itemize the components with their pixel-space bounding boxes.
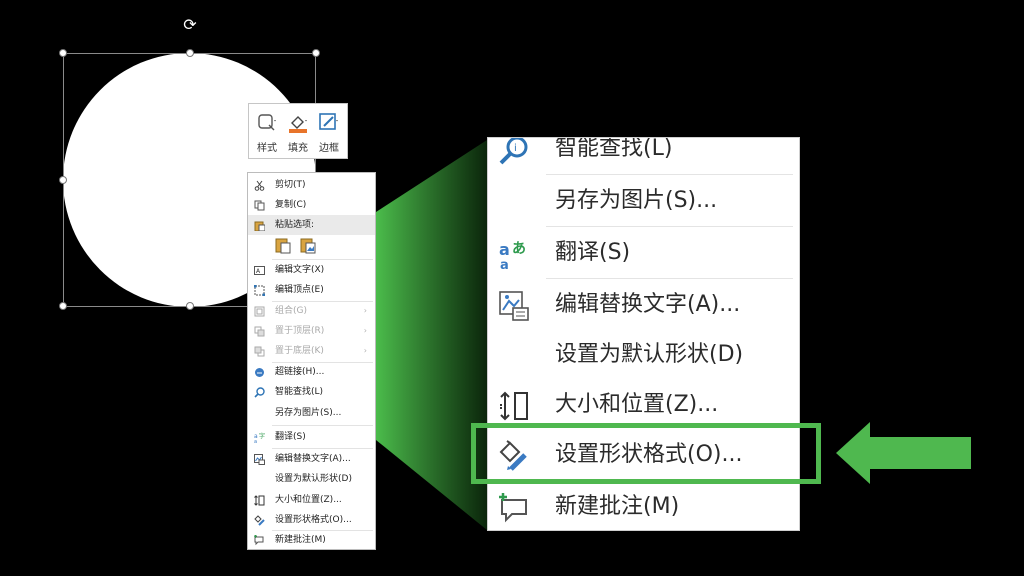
svg-text:a: a [254,439,257,443]
menu-item-group[interactable]: 组合(G) › [248,301,375,321]
translate-icon: a 字a [254,432,265,443]
zoom-item-translate[interactable]: aあa 翻译(S) [488,228,799,278]
shape-style-icon [258,114,276,131]
menu-item-send-to-back[interactable]: 置于底层(K) › [248,341,375,361]
copy-icon [254,200,265,211]
hyperlink-icon [255,368,264,377]
svg-text:あ: あ [512,241,526,257]
zoom-item-smart-lookup[interactable]: i 智能查找(L) [488,138,799,174]
edit-points-icon [254,285,265,296]
send-back-icon [254,346,265,357]
group-icon [254,306,265,317]
border-label: 边框 [319,143,339,154]
menu-item-alt-text[interactable]: 编辑替换文字(A)... [248,449,375,469]
menu-item-cut[interactable]: 剪切(T) [248,175,375,195]
chevron-right-icon: › [363,346,367,355]
rotate-handle-icon[interactable]: ⟳ [181,16,199,34]
style-label: 样式 [257,143,277,154]
new-comment-icon [254,535,264,546]
menu-item-format-shape[interactable]: 设置形状格式(O)... [248,510,375,530]
zoom-item-alt-text[interactable]: 编辑替换文字(A)... [488,280,799,330]
resize-handle-bm[interactable] [186,302,194,310]
chevron-right-icon: › [363,326,367,335]
size-position-icon [254,495,265,506]
resize-handle-ml[interactable] [59,176,67,184]
bring-front-icon [254,326,265,337]
border-pen-icon [319,113,338,130]
format-shape-icon [254,515,265,526]
smart-lookup-icon: i [499,138,528,165]
svg-text:A: A [256,268,261,275]
highlight-box [471,423,821,484]
menu-item-save-as-picture[interactable]: 另存为图片(S)... [248,403,375,423]
translate-icon: a あa [499,240,526,270]
alt-text-icon [499,291,529,321]
border-button[interactable]: 边框 [315,108,343,154]
menu-item-smart-lookup[interactable]: 智能查找(L) [248,382,375,402]
menu-item-set-default-shape[interactable]: 设置为默认形状(D) [248,469,375,489]
menu-item-copy[interactable]: 复制(C) [248,195,375,215]
resize-handle-tl[interactable] [59,49,67,57]
menu-item-edit-points[interactable]: 编辑顶点(E) [248,280,375,300]
smart-lookup-icon [254,387,265,398]
zoom-item-new-comment[interactable]: 新建批注(M) [488,482,799,530]
paste-keep-source-icon[interactable] [275,237,291,254]
menu-item-new-comment[interactable]: 新建批注(M) [248,530,375,550]
paste-icon [254,221,265,231]
paste-picture-icon[interactable] [300,237,316,254]
new-comment-icon [499,493,527,523]
menu-item-size-position[interactable]: 大小和位置(Z)... [248,490,375,510]
mini-toolbar: 样式 填充 边框 [248,103,348,159]
scissors-icon [254,180,265,191]
fill-label: 填充 [288,143,308,154]
menu-item-hyperlink[interactable]: 超链接(H)... [248,362,375,382]
svg-text:i: i [514,143,517,154]
size-position-icon [500,391,528,421]
menu-item-edit-text[interactable]: A 编辑文字(X) [248,260,375,280]
menu-item-translate[interactable]: a字a 翻译(S) [248,427,375,447]
green-arrow-icon [836,422,971,484]
style-button[interactable]: 样式 [253,108,281,154]
zoom-item-set-default-shape[interactable]: 设置为默认形状(D) [488,330,799,380]
menu-item-paste-options: 粘贴选项: [248,215,375,235]
resize-handle-bl[interactable] [59,302,67,310]
context-menu: 剪切(T) 复制(C) 粘贴选项: A 编辑文字(X) 编辑顶点(E) 组合(G… [247,172,376,550]
svg-text:a: a [499,240,510,259]
resize-handle-tm[interactable] [186,49,194,57]
edit-text-icon: A [254,266,265,275]
menu-item-bring-to-front[interactable]: 置于顶层(R) › [248,321,375,341]
chevron-right-icon: › [363,306,367,315]
svg-text:字: 字 [259,432,265,440]
svg-text:a: a [500,258,509,270]
resize-handle-tr[interactable] [312,49,320,57]
fill-bucket-icon [289,116,307,133]
alt-text-icon [254,454,265,465]
fill-button[interactable]: 填充 [284,108,312,154]
zoom-item-save-as-picture[interactable]: 另存为图片(S)... [488,176,799,226]
